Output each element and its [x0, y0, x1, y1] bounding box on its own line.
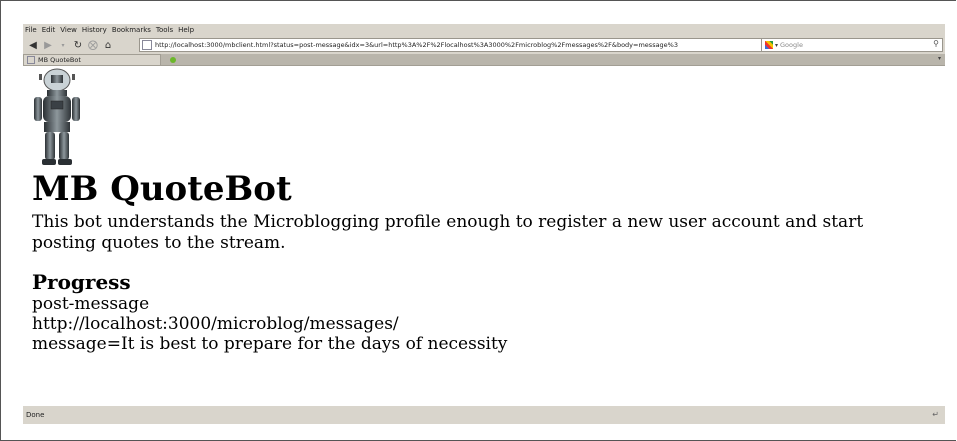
- search-bar[interactable]: ▾ Google ⚲: [761, 38, 943, 52]
- tab-list-dropdown-icon[interactable]: ▾: [938, 55, 941, 62]
- engine-dropdown-icon[interactable]: ▾: [775, 42, 778, 49]
- page-favicon-icon: [142, 40, 152, 50]
- back-arrow-icon[interactable]: ◀: [26, 38, 40, 52]
- url-bar[interactable]: http://localhost:3000/mbclient.html?stat…: [139, 38, 781, 52]
- status-bar: Done ↵: [23, 406, 945, 424]
- reload-icon[interactable]: ↻: [71, 38, 85, 52]
- google-search-engine-icon[interactable]: [765, 41, 773, 49]
- history-dropdown-icon[interactable]: ▾: [56, 38, 70, 52]
- progress-status: post-message: [32, 294, 150, 314]
- tab-title: MB QuoteBot: [38, 56, 81, 64]
- search-input[interactable]: Google: [780, 41, 803, 49]
- page-content: MB QuoteBot This bot understands the Mic…: [23, 66, 945, 406]
- menu-help[interactable]: Help: [178, 26, 194, 34]
- menu-edit[interactable]: Edit: [42, 26, 56, 34]
- menu-file[interactable]: File: [25, 26, 37, 34]
- progress-url: http://localhost:3000/microblog/messages…: [32, 314, 399, 334]
- page-title: MB QuoteBot: [32, 169, 292, 209]
- robot-image: [34, 68, 80, 165]
- status-text: Done: [26, 411, 45, 419]
- bot-description: This bot understands the Microblogging p…: [32, 212, 864, 253]
- new-tab-icon[interactable]: [170, 57, 176, 63]
- status-connection-icon: ↵: [932, 410, 939, 419]
- tab-favicon-icon: [27, 56, 35, 64]
- menu-view[interactable]: View: [60, 26, 77, 34]
- forward-arrow-icon[interactable]: ▶: [41, 38, 55, 52]
- tab-mb-quotebot[interactable]: MB QuoteBot: [23, 54, 161, 65]
- url-text: http://localhost:3000/mbclient.html?stat…: [155, 41, 678, 49]
- search-magnifier-icon[interactable]: ⚲: [933, 39, 939, 48]
- menu-tools[interactable]: Tools: [156, 26, 173, 34]
- progress-body: message=It is best to prepare for the da…: [32, 334, 508, 354]
- navigation-toolbar: ◀ ▶ ▾ ↻ ⨂ ⌂ http://localhost:3000/mbclie…: [23, 36, 945, 54]
- menu-bar: File Edit View History Bookmarks Tools H…: [23, 24, 945, 36]
- stop-icon[interactable]: ⨂: [86, 38, 100, 52]
- browser-window: File Edit View History Bookmarks Tools H…: [23, 24, 945, 424]
- progress-heading: Progress: [32, 270, 131, 294]
- tab-strip: MB QuoteBot ▾: [23, 54, 945, 66]
- home-icon[interactable]: ⌂: [101, 38, 115, 52]
- menu-bookmarks[interactable]: Bookmarks: [112, 26, 151, 34]
- menu-history[interactable]: History: [82, 26, 107, 34]
